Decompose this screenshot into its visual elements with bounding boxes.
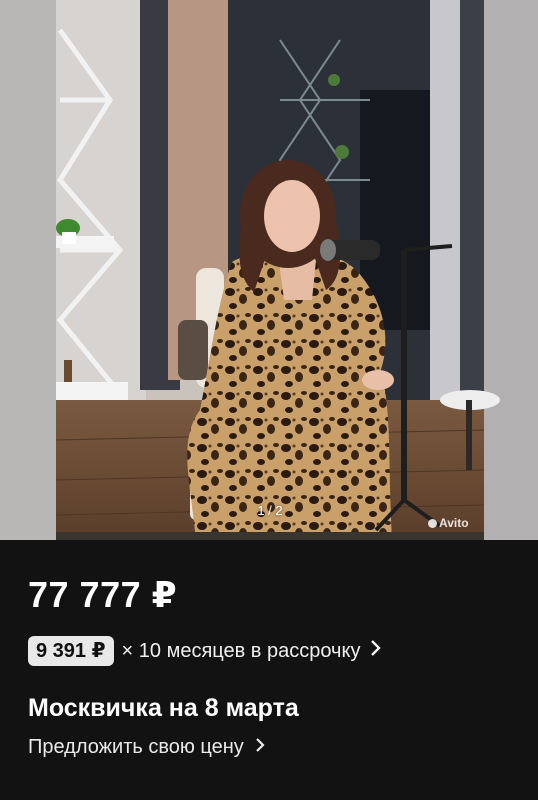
installment-row[interactable]: 9 391 ₽ × 10 месяцев в рассрочку [28, 634, 382, 668]
listing-title: Москвичка на 8 марта [28, 694, 299, 722]
price: 77 777 ₽ [28, 574, 178, 615]
installment-text: × 10 месяцев в рассрочку [121, 639, 361, 662]
chevron-right-icon [255, 736, 266, 758]
offer-price-label: Предложить свою цену [28, 736, 244, 758]
watermark-text: Avito [439, 516, 469, 530]
gallery-counter: 1 / 2 [257, 503, 283, 518]
listing-photo[interactable]: 1 / 2 Avito [0, 0, 538, 540]
offer-price-link[interactable]: Предложить свою цену [28, 736, 266, 759]
installment-amount-badge: 9 391 ₽ [28, 636, 114, 666]
photo-illustration [0, 0, 538, 540]
avito-logo-icon [428, 519, 437, 528]
chevron-right-icon [370, 639, 382, 663]
avito-watermark: Avito [428, 516, 469, 530]
